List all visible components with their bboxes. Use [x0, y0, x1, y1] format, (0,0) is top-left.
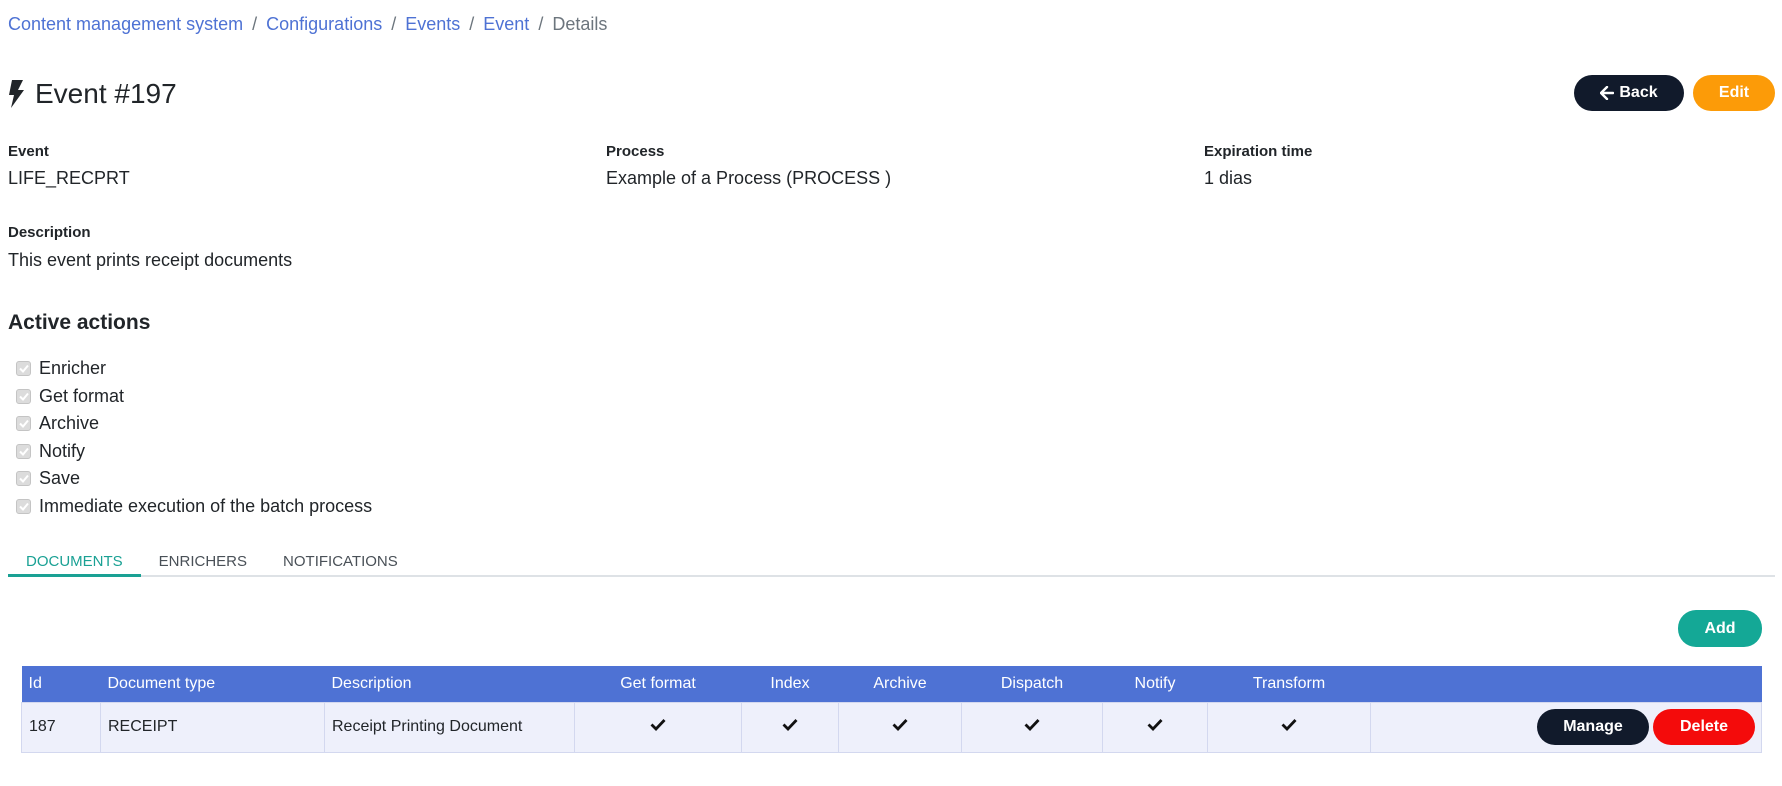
action-immediate-execution: Immediate execution of the batch process	[16, 493, 372, 521]
column-header-description: Description	[331, 674, 412, 692]
checkbox[interactable]	[16, 471, 31, 487]
expiration-value: 1 dias	[1204, 168, 1253, 188]
cell-document-type: RECEIPT	[100, 701, 325, 753]
check-icon	[18, 502, 29, 511]
column-header-get-format: Get format	[620, 674, 696, 692]
check-icon	[18, 365, 29, 374]
page-title: Event #197	[8, 78, 177, 110]
column-header-dispatch: Dispatch	[1000, 674, 1064, 692]
action-save: Save	[16, 465, 372, 493]
process-label: Process	[606, 143, 665, 160]
tab-bar: DOCUMENTS ENRICHERS NOTIFICATIONS	[8, 545, 1775, 577]
action-get-format: Get format	[16, 383, 372, 411]
active-actions-list: Enricher Get format Archive Notify Save …	[16, 355, 372, 520]
column-header-notify: Notify	[1134, 674, 1176, 692]
column-header-index: Index	[770, 674, 810, 692]
event-label: Event	[8, 143, 49, 160]
cell-notify	[1102, 701, 1208, 753]
checkbox-label: Enricher	[39, 358, 107, 379]
checkbox[interactable]	[16, 416, 31, 432]
breadcrumb-separator: /	[252, 14, 258, 34]
check-icon	[892, 719, 908, 732]
column-header-actions	[1371, 666, 1762, 702]
breadcrumb: Content management system / Configuratio…	[8, 14, 607, 35]
column-header-transform: Transform	[1252, 674, 1326, 692]
column-header-document-type: Document type	[107, 674, 216, 692]
manage-button[interactable]: Manage	[1537, 709, 1649, 745]
breadcrumb-separator: /	[538, 14, 544, 34]
check-icon	[1147, 719, 1163, 732]
cell-archive	[838, 701, 962, 753]
cell-id: 187	[21, 701, 101, 753]
check-icon	[18, 420, 29, 429]
cell-actions: Manage Delete	[1370, 701, 1762, 753]
cell-index	[741, 701, 839, 753]
breadcrumb-separator: /	[469, 14, 475, 34]
arrow-left-icon	[1600, 86, 1615, 100]
table-header-row: Id Document type Description Get format …	[21, 666, 1762, 702]
checkbox[interactable]	[16, 361, 31, 377]
check-icon	[18, 392, 29, 401]
action-archive: Archive	[16, 410, 372, 438]
check-icon	[18, 447, 29, 456]
action-enricher: Enricher	[16, 355, 372, 383]
cell-transform	[1207, 701, 1371, 753]
back-button-label: Back	[1619, 84, 1658, 101]
column-header-archive: Archive	[873, 674, 927, 692]
checkbox[interactable]	[16, 388, 31, 404]
checkbox[interactable]	[16, 498, 31, 514]
delete-button[interactable]: Delete	[1653, 709, 1755, 745]
active-actions-title: Active actions	[8, 311, 151, 334]
cell-description: Receipt Printing Document	[324, 701, 575, 753]
event-value: LIFE_RECPRT	[8, 168, 130, 188]
documents-table: Id Document type Description Get format …	[21, 666, 1762, 753]
back-button[interactable]: Back	[1574, 75, 1684, 111]
breadcrumb-cms[interactable]: Content management system	[8, 14, 243, 35]
breadcrumb-configurations[interactable]: Configurations	[266, 14, 382, 35]
cell-dispatch	[961, 701, 1103, 753]
tab-enrichers[interactable]: ENRICHERS	[141, 545, 265, 577]
breadcrumb-current: Details	[552, 14, 608, 34]
page-title-text: Event #197	[35, 78, 177, 109]
column-header-id: Id	[28, 674, 42, 692]
cell-get-format	[574, 701, 742, 753]
checkbox-label: Immediate execution of the batch process	[39, 495, 373, 516]
table-row: 187 RECEIPT Receipt Printing Document Ma…	[21, 701, 1762, 753]
breadcrumb-event[interactable]: Event	[483, 14, 529, 35]
check-icon	[1024, 719, 1040, 732]
checkbox-label: Save	[39, 468, 81, 489]
breadcrumb-events[interactable]: Events	[405, 14, 460, 35]
description-value: This event prints receipt documents	[8, 250, 293, 270]
checkbox-label: Notify	[39, 440, 86, 461]
check-icon	[18, 475, 29, 484]
description-label: Description	[8, 224, 91, 241]
check-icon	[782, 719, 798, 732]
action-notify: Notify	[16, 438, 372, 466]
tab-notifications[interactable]: NOTIFICATIONS	[265, 545, 416, 577]
tab-documents[interactable]: DOCUMENTS	[8, 545, 141, 577]
checkbox[interactable]	[16, 443, 31, 459]
edit-button[interactable]: Edit	[1693, 75, 1775, 111]
expiration-label: Expiration time	[1204, 143, 1313, 160]
process-value: Example of a Process (PROCESS )	[606, 168, 892, 188]
check-icon	[650, 719, 666, 732]
checkbox-label: Archive	[39, 413, 100, 434]
check-icon	[1281, 719, 1297, 732]
bolt-icon	[9, 80, 24, 108]
add-button[interactable]: Add	[1678, 610, 1762, 647]
checkbox-label: Get format	[39, 385, 125, 406]
breadcrumb-separator: /	[391, 14, 397, 34]
